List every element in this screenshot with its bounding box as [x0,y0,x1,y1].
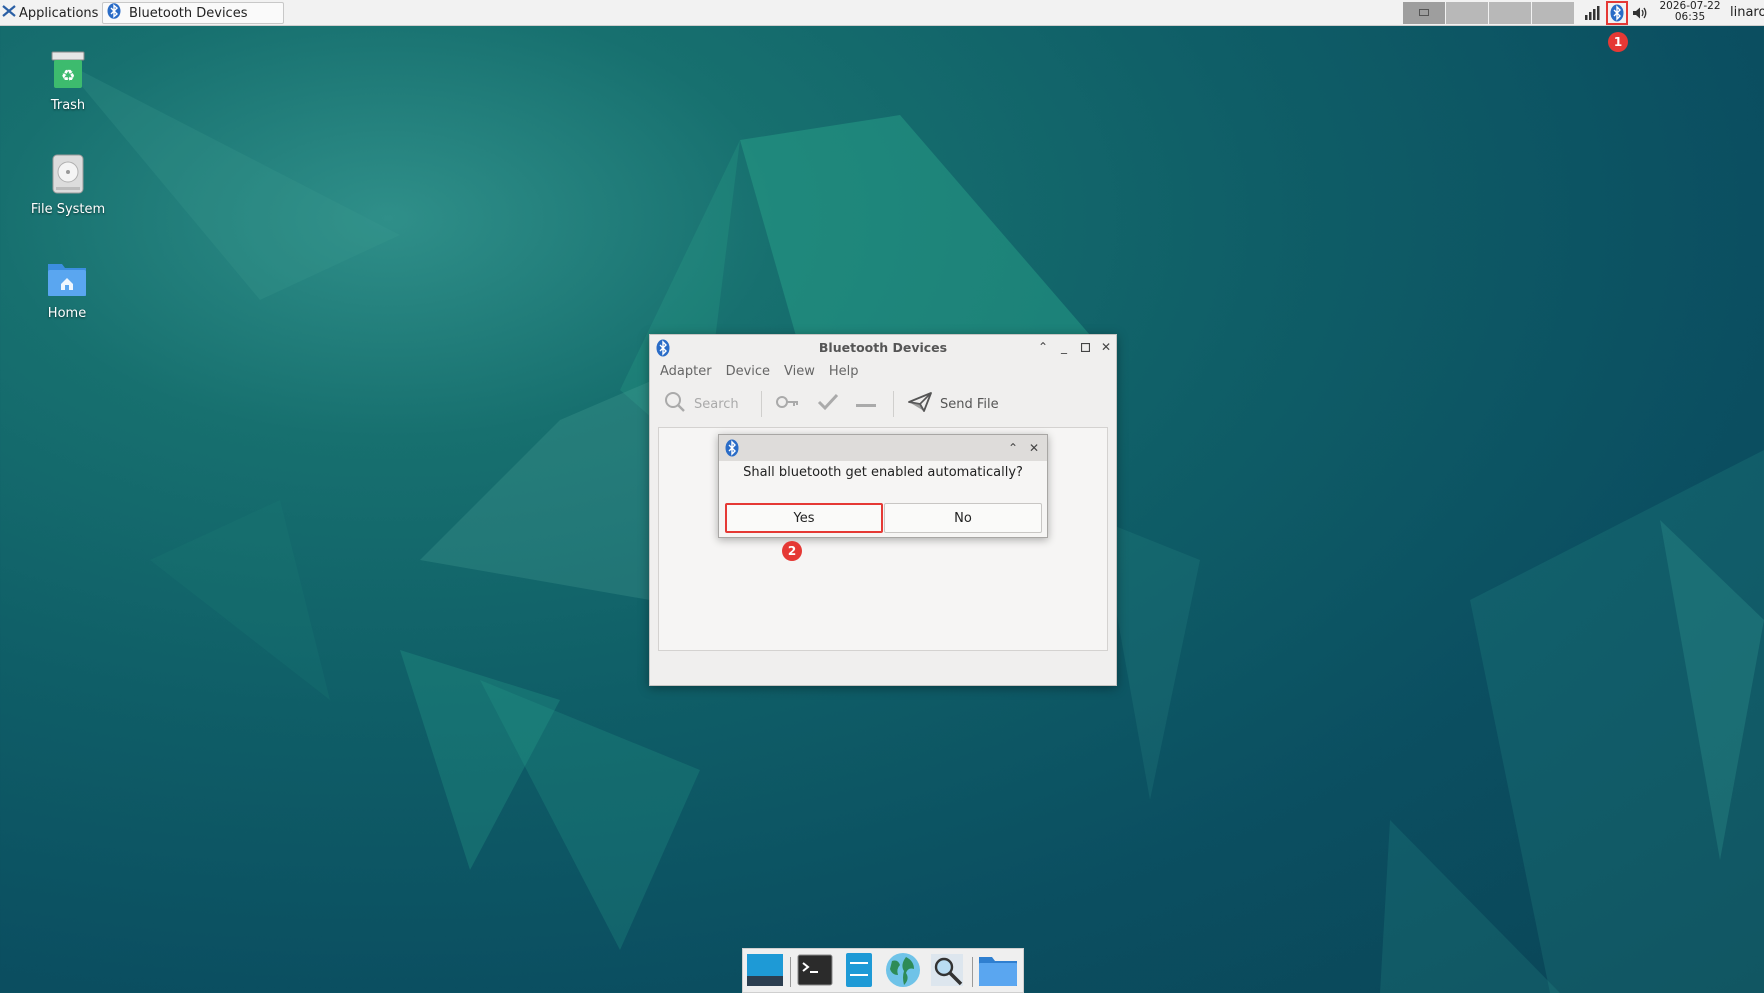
folder-button[interactable] [978,953,1018,991]
home-folder-icon [46,264,88,302]
desktop-icon-label: Trash [50,98,86,113]
workspace-window-preview [1419,9,1429,16]
drive-icon [50,154,86,198]
search-label: Search [694,396,739,412]
applications-label: Applications [19,5,99,21]
send-icon [908,392,932,416]
app-finder-button[interactable] [927,953,967,991]
enable-bluetooth-dialog: ⌃ ✕ Shall bluetooth get enabled automati… [718,434,1048,538]
clock[interactable]: 2026-07-22 06:35 [1654,1,1726,23]
menu-adapter[interactable]: Adapter [660,364,712,379]
bluetooth-tray-icon[interactable] [1606,1,1628,25]
file-manager-button[interactable] [839,953,879,991]
dialog-shade-button[interactable]: ⌃ [1005,440,1021,456]
remove-button[interactable] [856,393,876,415]
bluetooth-icon [725,439,739,461]
dialog-close-button[interactable]: ✕ [1026,440,1042,456]
show-desktop-button[interactable] [745,953,785,991]
workspace-4[interactable] [1532,2,1574,24]
desktop-icon-label: File System [30,202,106,217]
minus-icon [856,397,876,412]
send-file-button[interactable]: Send File [908,392,999,416]
key-icon [776,395,800,413]
taskbar-label: Bluetooth Devices [129,5,248,21]
send-file-label: Send File [940,396,999,412]
desktop-icon-home[interactable]: Home [17,258,117,321]
dock-separator [972,957,973,987]
yes-button[interactable]: Yes [725,503,883,533]
search-button[interactable]: Search [664,391,739,417]
window-close-button[interactable]: ✕ [1098,339,1114,355]
volume-icon[interactable] [1630,3,1650,23]
top-panel: Applications ⋮ Bluetooth Devices 2026-07… [0,0,1764,26]
clock-time: 06:35 [1674,11,1706,23]
window-minimize-button[interactable]: _ [1056,339,1072,355]
menu-view[interactable]: View [784,364,815,379]
dialog-titlebar[interactable]: ⌃ ✕ [719,435,1047,461]
workspace-1[interactable] [1403,2,1445,24]
annotation-badge-1: 1 [1608,32,1628,52]
desktop-icon-trash[interactable]: ♻ Trash [18,50,118,113]
menu-help[interactable]: Help [829,364,859,379]
workspace-3[interactable] [1489,2,1531,24]
terminal-button[interactable] [795,953,835,991]
xfce-logo-icon [2,4,16,22]
folder-icon [978,953,1018,991]
terminal-icon [797,954,833,990]
toolbar: Search Send File [650,385,1116,421]
user-menu[interactable]: linaro [1730,5,1764,20]
bottom-dock [742,948,1024,993]
window-maximize-button[interactable] [1077,339,1093,355]
taskbar-bluetooth-devices[interactable]: Bluetooth Devices [102,2,284,24]
workspace-2[interactable] [1446,2,1488,24]
window-titlebar[interactable]: Bluetooth Devices ⌃ _ ✕ [650,335,1116,361]
file-manager-icon [844,952,874,992]
bluetooth-icon [107,3,121,23]
show-desktop-icon [746,952,784,992]
annotation-badge-2: 2 [782,541,802,561]
menu-device[interactable]: Device [726,364,770,379]
svg-text:♻: ♻ [61,66,75,85]
search-icon [664,391,686,417]
desktop-icon-file-system[interactable]: File System [18,154,118,217]
web-browser-icon [884,951,922,993]
toolbar-separator [893,391,894,417]
toolbar-separator [761,391,762,417]
dialog-question: Shall bluetooth get enabled automaticall… [743,465,1023,480]
app-finder-icon [930,953,964,991]
trash-icon: ♻ [50,51,86,94]
desktop-icon-label: Home [47,306,87,321]
pair-button[interactable] [776,393,800,415]
web-browser-button[interactable] [883,953,923,991]
dock-separator [790,957,791,987]
applications-menu-button[interactable]: Applications ⋮ [2,3,113,23]
menubar: Adapter Device View Help [660,364,859,379]
no-button[interactable]: No [884,503,1042,533]
check-icon [817,393,839,415]
window-shade-button[interactable]: ⌃ [1035,339,1051,355]
network-icon[interactable] [1582,3,1602,23]
trust-button[interactable] [817,393,839,415]
